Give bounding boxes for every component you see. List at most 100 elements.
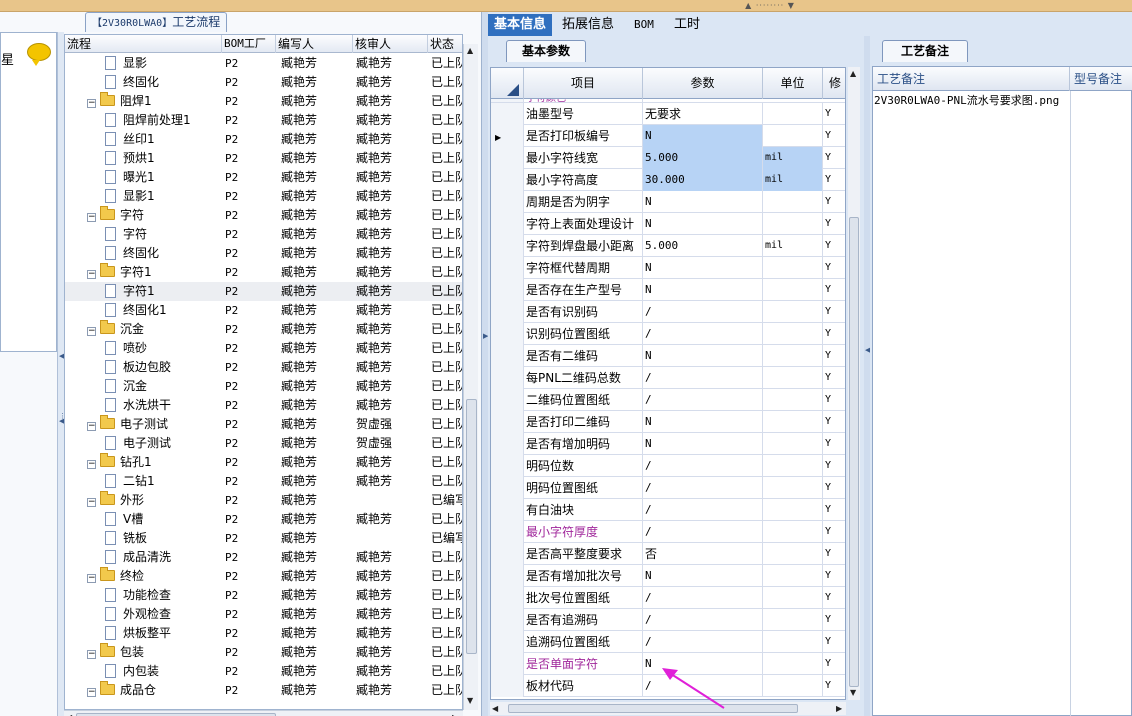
- tree-step-row[interactable]: 显影 P2 臧艳芳 臧艳芳 已上队: [65, 54, 462, 73]
- param-row[interactable]: 字符框代替周期 N Y: [491, 257, 845, 279]
- param-value-cell[interactable]: /: [643, 631, 763, 653]
- collapse-toggle-icon[interactable]: −: [87, 460, 96, 469]
- tree-group-row[interactable]: − 阻焊1 P2 臧艳芳 臧艳芳 已上队: [65, 92, 462, 111]
- tree-step-row[interactable]: 沉金 P2 臧艳芳 臧艳芳 已上队: [65, 377, 462, 396]
- tree-group-row[interactable]: − 钻孔1 P2 臧艳芳 臧艳芳 已上队: [65, 453, 462, 472]
- param-row[interactable]: 是否有二维码 N Y: [491, 345, 845, 367]
- tree-step-row[interactable]: 终固化1 P2 臧艳芳 臧艳芳 已上队: [65, 301, 462, 320]
- tree-step-row[interactable]: 终固化 P2 臧艳芳 臧艳芳 已上队: [65, 244, 462, 263]
- param-value-cell[interactable]: 30.000: [643, 169, 763, 191]
- col-header-status[interactable]: 状态: [428, 35, 462, 53]
- param-value-cell[interactable]: 无要求: [643, 103, 763, 125]
- tree-step-row[interactable]: 铣板 P2 臧艳芳 已编写: [65, 529, 462, 548]
- tree-step-row[interactable]: 二钻1 P2 臧艳芳 臧艳芳 已上队: [65, 472, 462, 491]
- scroll-down-icon[interactable]: ▼: [850, 688, 856, 697]
- collapse-toggle-icon[interactable]: −: [87, 498, 96, 507]
- param-value-cell[interactable]: /: [643, 477, 763, 499]
- param-value-cell[interactable]: 5.000: [643, 235, 763, 257]
- param-row[interactable]: 是否打印二维码 N Y: [491, 411, 845, 433]
- collapse-toggle-icon[interactable]: −: [87, 327, 96, 336]
- scroll-left-icon[interactable]: ◀: [492, 704, 498, 713]
- row-indicator[interactable]: [491, 587, 524, 609]
- tree-step-row[interactable]: 功能检查 P2 臧艳芳 臧艳芳 已上队: [65, 586, 462, 605]
- tree-group-row[interactable]: − 成品仓 P2 臧艳芳 臧艳芳 已上队: [65, 681, 462, 700]
- row-indicator[interactable]: [491, 675, 524, 697]
- scroll-down-icon[interactable]: ▼: [467, 696, 473, 705]
- collapse-toggle-icon[interactable]: −: [87, 688, 96, 697]
- row-indicator[interactable]: [491, 147, 524, 169]
- param-row[interactable]: 最小字符厚度 / Y: [491, 521, 845, 543]
- tree-step-row[interactable]: 喷砂 P2 臧艳芳 臧艳芳 已上队: [65, 339, 462, 358]
- tree-group-row[interactable]: − 沉金 P2 臧艳芳 臧艳芳 已上队: [65, 320, 462, 339]
- tree-group-row[interactable]: − 电子测试 P2 臧艳芳 贺虚强 已上队: [65, 415, 462, 434]
- tab-process-remarks[interactable]: 工艺备注: [882, 40, 968, 62]
- tree-step-row[interactable]: 字符1 P2 臧艳芳 臧艳芳 已上队: [65, 282, 462, 301]
- param-row[interactable]: 明码位数 / Y: [491, 455, 845, 477]
- collapse-toggle-icon[interactable]: −: [87, 213, 96, 222]
- scroll-up-icon[interactable]: ▲: [850, 69, 856, 78]
- param-row[interactable]: 字符到焊盘最小距离 5.000 mil Y: [491, 235, 845, 257]
- row-indicator[interactable]: [491, 499, 524, 521]
- tree-step-row[interactable]: 终固化 P2 臧艳芳 臧艳芳 已上队: [65, 73, 462, 92]
- row-indicator[interactable]: [491, 367, 524, 389]
- tree-step-row[interactable]: 内包装 P2 臧艳芳 臧艳芳 已上队: [65, 662, 462, 681]
- col-header-unit[interactable]: 单位: [763, 68, 823, 99]
- row-indicator[interactable]: [491, 653, 524, 675]
- col-header-model-remark[interactable]: 型号备注: [1070, 67, 1132, 91]
- param-row[interactable]: 二维码位置图纸 / Y: [491, 389, 845, 411]
- row-indicator[interactable]: [491, 345, 524, 367]
- col-header-reviewer[interactable]: 核审人: [353, 35, 428, 53]
- collapse-toggle-icon[interactable]: −: [87, 99, 96, 108]
- collapse-toggle-icon[interactable]: −: [87, 422, 96, 431]
- param-value-cell[interactable]: /: [643, 323, 763, 345]
- splitter-grip-icon[interactable]: ▲ ········ ▼: [735, 2, 805, 10]
- scroll-right-icon[interactable]: ▶: [836, 704, 842, 713]
- param-value-cell[interactable]: N: [643, 565, 763, 587]
- param-row[interactable]: 是否存在生产型号 N Y: [491, 279, 845, 301]
- row-indicator[interactable]: [491, 543, 524, 565]
- param-value-cell[interactable]: N: [643, 191, 763, 213]
- tree-step-row[interactable]: 显影1 P2 臧艳芳 臧艳芳 已上队: [65, 187, 462, 206]
- tab-basic-params[interactable]: 基本参数: [506, 40, 586, 62]
- param-row[interactable]: 追溯码位置图纸 / Y: [491, 631, 845, 653]
- param-row[interactable]: 是否有增加明码 N Y: [491, 433, 845, 455]
- tree-step-row[interactable]: 烘板整平 P2 臧艳芳 臧艳芳 已上队: [65, 624, 462, 643]
- param-row[interactable]: 是否有识别码 / Y: [491, 301, 845, 323]
- tree-step-row[interactable]: 曝光1 P2 臧艳芳 臧艳芳 已上队: [65, 168, 462, 187]
- tree-step-row[interactable]: 板边包胶 P2 臧艳芳 臧艳芳 已上队: [65, 358, 462, 377]
- param-row[interactable]: 字符上表面处理设计 N Y: [491, 213, 845, 235]
- tab-basic-info[interactable]: 基本信息: [488, 14, 553, 36]
- tree-group-row[interactable]: − 字符1 P2 臧艳芳 臧艳芳 已上队: [65, 263, 462, 282]
- col-header-process-remark[interactable]: 工艺备注: [873, 67, 1070, 91]
- param-row[interactable]: 是否高平整度要求否 Y: [491, 543, 845, 565]
- tree-step-row[interactable]: 阻焊前处理1 P2 臧艳芳 臧艳芳 已上队: [65, 111, 462, 130]
- params-vertical-scrollbar[interactable]: ▲ ▼: [848, 67, 860, 700]
- chat-bubble-icon[interactable]: [27, 43, 51, 66]
- tree-group-row[interactable]: − 字符 P2 臧艳芳 臧艳芳 已上队: [65, 206, 462, 225]
- params-hscroll-thumb[interactable]: [508, 704, 798, 713]
- tab-extended-info[interactable]: 拓展信息: [556, 14, 620, 36]
- param-row[interactable]: 每PNL二维码总数 / Y: [491, 367, 845, 389]
- param-value-cell[interactable]: /: [643, 521, 763, 543]
- param-value-cell[interactable]: /: [643, 301, 763, 323]
- params-vscroll-thumb[interactable]: [849, 217, 859, 687]
- param-value-cell[interactable]: /: [643, 609, 763, 631]
- row-indicator[interactable]: [491, 521, 524, 543]
- tree-step-row[interactable]: 丝印1 P2 臧艳芳 臧艳芳 已上队: [65, 130, 462, 149]
- param-value-cell[interactable]: 否: [643, 543, 763, 565]
- row-indicator[interactable]: [491, 301, 524, 323]
- row-indicator[interactable]: [491, 169, 524, 191]
- tree-step-row[interactable]: V槽 P2 臧艳芳 臧艳芳 已上队: [65, 510, 462, 529]
- param-row[interactable]: 批次号位置图纸 / Y: [491, 587, 845, 609]
- corner-header[interactable]: [491, 68, 524, 99]
- collapse-toggle-icon[interactable]: −: [87, 574, 96, 583]
- param-value-cell[interactable]: N: [643, 345, 763, 367]
- row-indicator[interactable]: [491, 455, 524, 477]
- param-row[interactable]: 是否有增加批次号 N Y: [491, 565, 845, 587]
- col-header-modify[interactable]: 修: [823, 68, 845, 99]
- param-value-cell[interactable]: N: [643, 433, 763, 455]
- param-value-cell[interactable]: /: [643, 455, 763, 477]
- row-indicator[interactable]: [491, 565, 524, 587]
- param-value-cell[interactable]: N: [643, 279, 763, 301]
- tab-bom[interactable]: BOM: [628, 14, 660, 36]
